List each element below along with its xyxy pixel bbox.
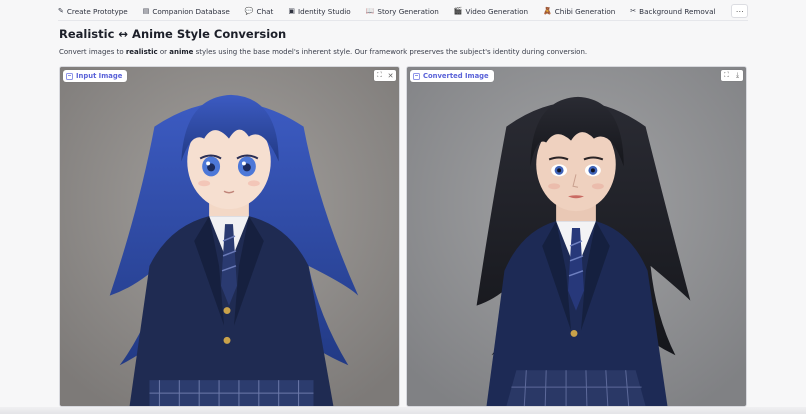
chat-bubble-icon: 💬	[244, 7, 254, 15]
converted-image-badge: Converted Image	[410, 70, 494, 82]
tab-video-generation[interactable]: 🎬 Video Generation	[454, 7, 528, 16]
tab-label: Video Generation	[465, 7, 529, 16]
desc-text: Convert images to	[59, 48, 126, 56]
chibi-icon: 🧸	[543, 7, 552, 15]
tab-chibi-generation[interactable]: 🧸 Chibi Generation	[543, 7, 615, 16]
tab-story-generation[interactable]: 📖 Story Generation	[366, 7, 439, 16]
tab-create-prototype[interactable]: ✎ Create Prototype	[58, 7, 128, 16]
tab-companion-database[interactable]: ▤ Companion Database	[143, 7, 230, 16]
realistic-portrait-image	[407, 67, 746, 406]
input-image-label: Input Image	[76, 72, 123, 80]
desc-bold-realistic: realistic	[125, 48, 158, 56]
fullscreen-icon[interactable]: ⛶	[721, 70, 732, 81]
tab-chat[interactable]: 💬 Chat	[245, 7, 274, 16]
tab-identity-studio[interactable]: ▣ Identity Studio	[288, 7, 350, 16]
page-title: Realistic ↔ Anime Style Conversion	[59, 27, 287, 41]
tab-label: Background Removal	[639, 7, 716, 16]
input-image-controls: ⛶ ✕	[374, 70, 396, 81]
desc-bold-anime: anime	[169, 48, 194, 56]
tab-background-removal[interactable]: ✂ Background Removal	[630, 7, 715, 16]
download-icon[interactable]: ⤓	[732, 70, 743, 81]
fullscreen-icon[interactable]: ⛶	[374, 70, 385, 81]
tab-label: Story Generation	[377, 7, 439, 16]
tab-label: Chat	[256, 7, 274, 16]
tab-divider	[58, 20, 748, 21]
input-image-badge: Input Image	[63, 70, 128, 82]
page-description: Convert images to realistic or anime sty…	[59, 48, 587, 56]
tab-label: Chibi Generation	[554, 7, 616, 16]
clapper-icon: 🎬	[453, 7, 463, 15]
pencil-icon: ✎	[58, 7, 64, 15]
tab-label: Create Prototype	[66, 7, 128, 16]
image-icon	[66, 72, 73, 80]
close-icon[interactable]: ✕	[385, 70, 396, 81]
book-icon: 📖	[365, 7, 375, 15]
tab-label: Identity Studio	[297, 7, 351, 16]
desc-text: or	[157, 48, 170, 56]
desc-text: styles using the base model's inherent s…	[193, 48, 588, 56]
anime-portrait-image	[60, 67, 399, 406]
bottom-edge	[0, 407, 806, 414]
image-icon	[413, 72, 420, 80]
input-image-panel[interactable]: Input Image ⛶ ✕	[59, 66, 400, 407]
converted-image-panel[interactable]: Converted Image ⛶ ⤓	[406, 66, 747, 407]
converted-image-label: Converted Image	[423, 72, 489, 80]
tab-label: Companion Database	[152, 7, 230, 16]
database-icon: ▤	[142, 7, 150, 15]
id-card-icon: ▣	[288, 7, 295, 15]
scissors-icon: ✂	[630, 7, 637, 15]
top-tab-bar: ✎ Create Prototype ▤ Companion Database 💬 C…	[58, 3, 748, 20]
more-tabs-button[interactable]: ⋯	[731, 4, 748, 18]
converted-image-controls: ⛶ ⤓	[721, 70, 743, 81]
